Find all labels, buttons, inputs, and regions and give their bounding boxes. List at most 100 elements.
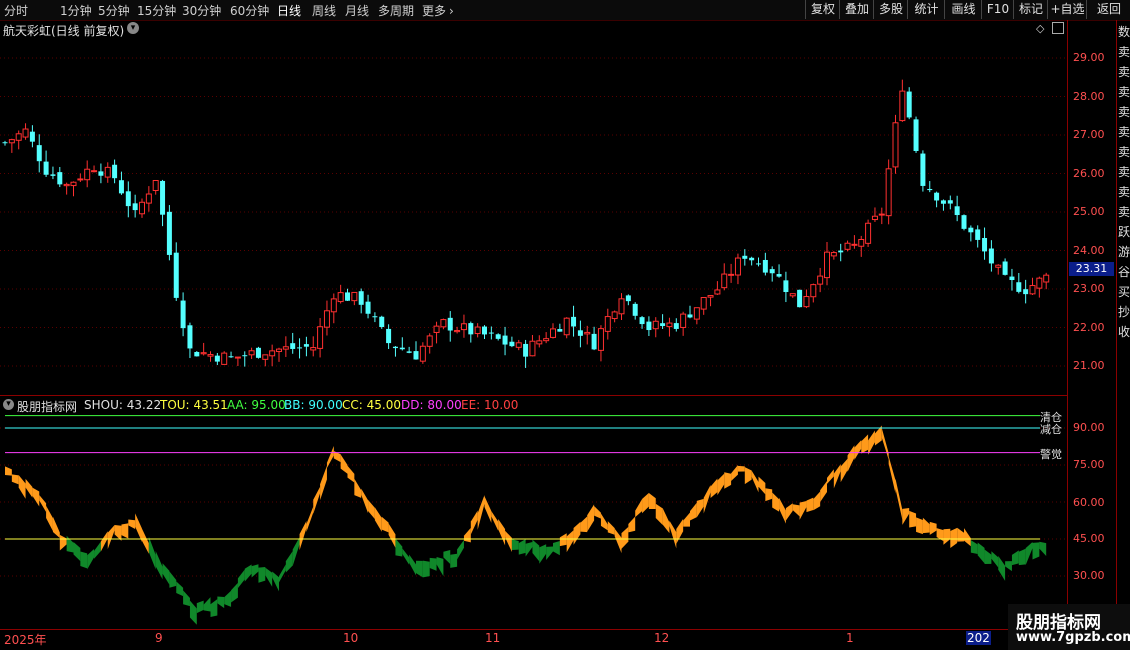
f10-button[interactable]: F10 <box>981 0 1014 19</box>
indicator-band-segment <box>18 475 26 499</box>
candle-body <box>920 153 926 186</box>
candle-body <box>1036 277 1043 289</box>
tab-more-label: 更多 <box>422 4 447 18</box>
indicator-chart <box>0 415 1068 625</box>
indicator-band-segment <box>395 538 403 557</box>
tab-daily[interactable]: 日线 <box>277 2 301 19</box>
indicator-band-segment <box>237 569 245 589</box>
back-button[interactable]: 返回 <box>1086 0 1130 19</box>
candle-body <box>515 342 522 348</box>
candle-body <box>36 145 42 162</box>
add-watchlist-button[interactable]: +自选 <box>1047 0 1087 19</box>
candle-body <box>968 227 974 233</box>
candle-body <box>50 174 56 176</box>
indicator-band-segment <box>594 505 601 519</box>
candle-body <box>406 351 412 353</box>
candle-body <box>194 352 200 357</box>
candle-body <box>337 292 344 303</box>
candle-body <box>413 351 419 360</box>
candles <box>2 79 1050 368</box>
tab-1min[interactable]: 1分钟 <box>60 2 92 19</box>
candle-body <box>118 180 124 194</box>
current-price-tag: 23.31 <box>1069 262 1114 276</box>
candle-body <box>180 300 186 329</box>
candle-body <box>57 172 63 185</box>
indicator-band-segment <box>279 564 286 583</box>
tab-5min[interactable]: 5分钟 <box>98 2 130 19</box>
indicator-band-segment <box>525 542 533 557</box>
indicator-band-segment <box>155 550 163 580</box>
tab-weekly[interactable]: 周线 <box>312 2 336 19</box>
fuquan-button[interactable]: 复权 <box>805 0 840 19</box>
candle-body <box>728 273 735 276</box>
indicator-band-segment <box>470 510 478 535</box>
indicator-band-segment <box>265 567 273 587</box>
indicator-band-segment <box>409 554 416 576</box>
multi-stock-button[interactable]: 多股 <box>873 0 908 19</box>
candle-body <box>330 298 337 313</box>
overlay-button[interactable]: 叠加 <box>839 0 874 19</box>
draw-line-button[interactable]: 画线 <box>944 0 982 19</box>
candle-body <box>125 191 131 207</box>
tab-15min[interactable]: 15分钟 <box>137 2 176 19</box>
date-tick: 12 <box>654 631 670 645</box>
strip-char: 谷 <box>1118 265 1130 279</box>
axis-border-right <box>1116 20 1117 630</box>
indicator-band-segment <box>559 533 567 547</box>
indicator-band-segment <box>32 487 40 507</box>
candle-body <box>392 346 398 349</box>
indicator-band-segment <box>922 517 930 534</box>
indicator-band-segment <box>607 521 615 535</box>
tab-multi-period[interactable]: 多周期 <box>378 2 414 19</box>
price-tick: 28.00 <box>1073 90 1105 103</box>
tab-fenshi[interactable]: 分时 <box>4 2 28 19</box>
candle-body <box>947 200 953 204</box>
candle-body <box>1009 276 1015 281</box>
candle-body <box>721 273 728 289</box>
indicator-band-segment <box>970 540 978 554</box>
indicator-band-segment <box>648 493 656 510</box>
indicator-band-segment <box>676 518 684 544</box>
candle-body <box>666 322 673 328</box>
indicator-band-segment <box>11 474 19 485</box>
tab-30min[interactable]: 30分钟 <box>182 2 221 19</box>
indicator-band-segment <box>566 530 574 553</box>
date-tick: 10 <box>343 631 359 645</box>
price-tick: 26.00 <box>1073 167 1105 180</box>
indicator-band-segment <box>484 496 492 523</box>
candle-body <box>495 334 501 339</box>
candle-body <box>468 323 474 335</box>
candle-body <box>502 335 508 345</box>
strip-char: 卖 <box>1118 185 1130 199</box>
candle-body <box>783 280 789 293</box>
indicator-band-segment <box>991 551 999 568</box>
stats-button[interactable]: 统计 <box>907 0 945 19</box>
indicator-band-segment <box>984 549 992 564</box>
level-label-dd: 警觉 <box>1040 448 1062 461</box>
candle-body <box>399 347 405 350</box>
indicator-band-segment <box>751 470 759 493</box>
indicator-band-segment <box>498 519 506 546</box>
date-tick: 11 <box>485 631 501 645</box>
indicator-band-segment <box>135 513 142 542</box>
candle-body <box>22 128 29 138</box>
indicator-band-segment <box>100 531 108 552</box>
mark-button[interactable]: 标记 <box>1013 0 1048 19</box>
tab-monthly[interactable]: 月线 <box>345 2 369 19</box>
strip-char: 收 <box>1118 325 1130 339</box>
tab-60min[interactable]: 60分钟 <box>230 2 269 19</box>
candle-body <box>1016 282 1022 292</box>
candle-body <box>591 333 597 350</box>
candle-body <box>824 251 830 279</box>
indicator-band-segment <box>765 488 773 502</box>
candle-body <box>934 192 940 201</box>
strip-char: 游 <box>1118 245 1130 259</box>
indicator-band-segment <box>374 507 382 532</box>
tab-more[interactable]: 更多 › <box>422 2 454 19</box>
indicator-band-segment <box>169 571 177 588</box>
chevron-right-icon: › <box>449 4 454 18</box>
indicator-band-segment <box>292 537 300 566</box>
candle-body <box>625 295 631 302</box>
indicator-band-segment <box>285 551 293 573</box>
indicator-band-segment <box>121 523 129 539</box>
